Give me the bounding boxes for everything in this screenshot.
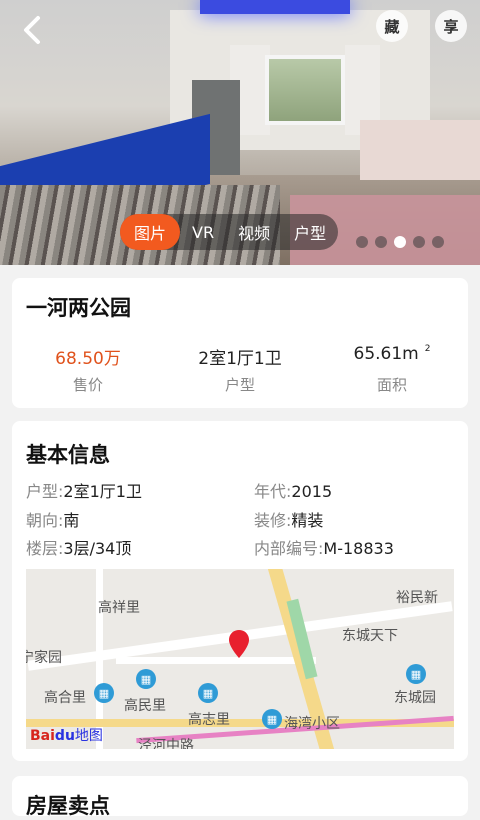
- layout-label: 户型: [224, 376, 255, 394]
- price-stat: 68.50万 售价: [12, 344, 164, 395]
- map-label: 高志里: [188, 712, 230, 728]
- map-label: 高祥里: [98, 600, 140, 616]
- location-pin-icon: [229, 630, 249, 658]
- info-key: 楼层:: [26, 539, 64, 558]
- slide-dot-active[interactable]: [394, 236, 406, 248]
- logo-cn: 地图: [74, 728, 103, 744]
- info-orientation: 朝向:南: [26, 507, 79, 531]
- poi-icon: ▦: [136, 669, 156, 689]
- map-label: 海湾小区: [284, 716, 340, 732]
- logo-paw: du: [54, 728, 75, 744]
- info-code: 内部编号:M-18833: [254, 535, 394, 559]
- info-value: M-18833: [323, 539, 394, 558]
- info-value: 2室1厅1卫: [63, 482, 142, 501]
- area-stat: 65.61m 2 面积: [316, 344, 468, 395]
- section-title: 房屋卖点: [26, 794, 110, 818]
- poi-icon: ▦: [94, 683, 114, 703]
- poi-icon: ▦: [198, 683, 218, 703]
- info-key: 户型:: [26, 482, 64, 501]
- summary-card: 一河两公园 68.50万 售价 2室1厅1卫 户型 65.61m 2 面积: [12, 278, 468, 408]
- map-label: 东城天下: [342, 628, 398, 644]
- map-label: 东城园: [394, 690, 436, 706]
- basic-info-card: 基本信息 户型:2室1厅1卫 年代:2015 朝向:南 装修:精装 楼层:3层/…: [12, 421, 468, 761]
- tab-floorplan[interactable]: 户型: [282, 214, 338, 250]
- info-value: 精装: [291, 511, 324, 530]
- map-label: 宁家园: [26, 650, 62, 666]
- share-label: 享: [443, 17, 459, 36]
- back-button[interactable]: [14, 12, 50, 48]
- poi-icon: ▦: [406, 664, 426, 684]
- layout-value: 2室1厅1卫: [198, 349, 282, 369]
- photo-window: [265, 55, 345, 125]
- info-value: 南: [63, 511, 80, 530]
- location-map[interactable]: 高祥里 裕民新 东城天下 宁家园 高合里 高民里 高志里 海湾小区 东城园 泾河…: [26, 569, 454, 749]
- info-key: 年代:: [254, 482, 292, 501]
- baidu-map-logo: Baidu地图: [30, 725, 103, 745]
- info-floor: 楼层:3层/34顶: [26, 535, 131, 559]
- area-value: 65.61m: [353, 344, 419, 364]
- slide-dot[interactable]: [413, 236, 425, 248]
- slide-dot[interactable]: [432, 236, 444, 248]
- slide-dot[interactable]: [375, 236, 387, 248]
- hero-photo[interactable]: 藏 享 图片 VR 视频 户型: [0, 0, 480, 265]
- photo-ceiling-light: [200, 0, 350, 14]
- area-unit: 2: [424, 344, 431, 354]
- map-label: 高合里: [44, 690, 86, 706]
- selling-points-card: 房屋卖点: [12, 776, 468, 818]
- share-button[interactable]: 享: [435, 10, 467, 42]
- tab-photos[interactable]: 图片: [120, 214, 181, 250]
- favorite-button[interactable]: 藏: [376, 10, 408, 42]
- area-value-wrap: 65.61m 2: [316, 344, 468, 368]
- info-layout: 户型:2室1厅1卫: [26, 478, 142, 502]
- map-label: 泾河中路: [138, 738, 194, 749]
- tab-vr[interactable]: VR: [180, 214, 226, 250]
- slide-indicator: [356, 236, 444, 248]
- chevron-left-icon: [24, 16, 40, 44]
- info-value: 3层/34顶: [63, 539, 132, 558]
- layout-stat: 2室1厅1卫 户型: [164, 344, 316, 395]
- slide-dot[interactable]: [356, 236, 368, 248]
- price-value: 68.50万: [55, 349, 121, 369]
- info-key: 朝向:: [26, 511, 64, 530]
- favorite-label: 藏: [384, 17, 400, 36]
- tab-video[interactable]: 视频: [226, 214, 282, 250]
- price-label: 售价: [72, 376, 103, 394]
- info-value: 2015: [291, 482, 333, 501]
- map-road: [116, 657, 316, 664]
- poi-icon: ▦: [262, 709, 282, 729]
- info-decoration: 装修:精装: [254, 507, 323, 531]
- photo-bed: [360, 120, 480, 180]
- map-label: 高民里: [124, 698, 166, 714]
- map-label: 裕民新: [396, 590, 438, 606]
- info-key: 装修:: [254, 511, 292, 530]
- property-title: 一河两公园: [26, 296, 131, 320]
- logo-text: Bai: [30, 728, 55, 744]
- area-label: 面积: [376, 376, 407, 394]
- media-tabs: 图片 VR 视频 户型: [120, 214, 339, 250]
- section-title: 基本信息: [26, 443, 110, 467]
- info-key: 内部编号:: [254, 539, 324, 558]
- info-year: 年代:2015: [254, 478, 332, 502]
